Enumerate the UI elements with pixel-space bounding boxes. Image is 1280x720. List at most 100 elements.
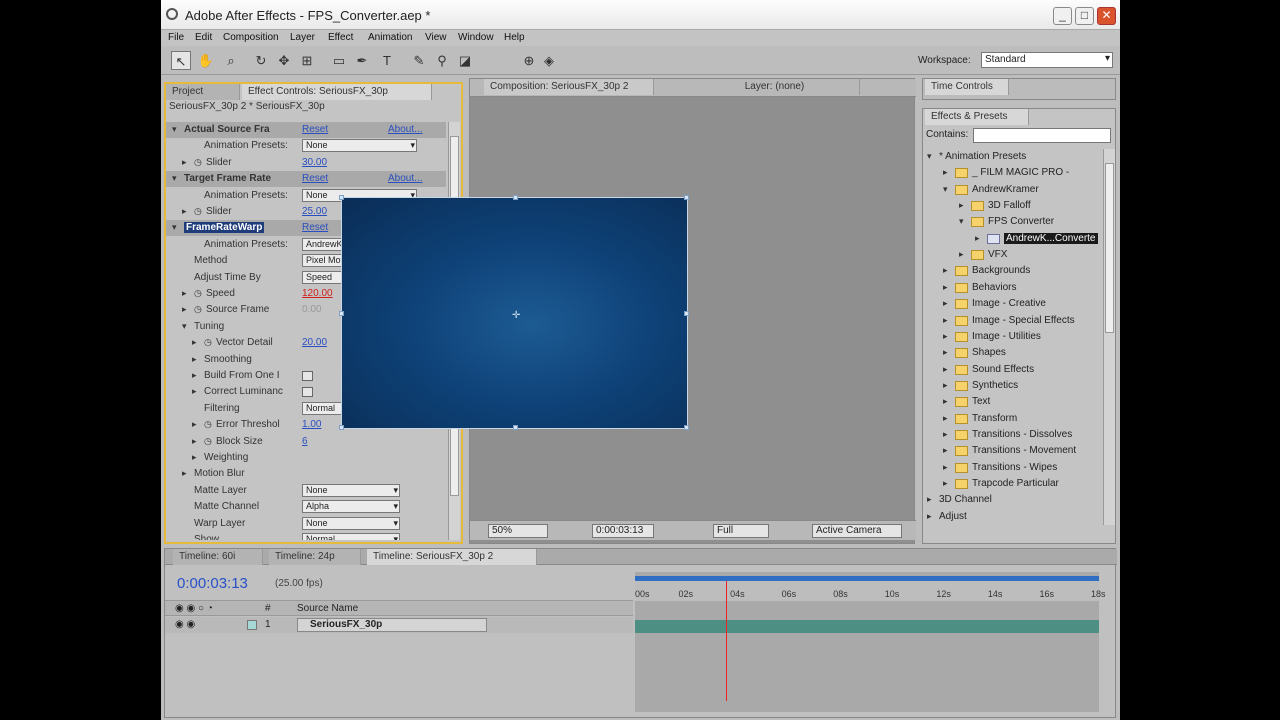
maximize-button[interactable]: □ bbox=[1075, 7, 1094, 25]
effect-property-value[interactable]: 6 bbox=[302, 436, 308, 447]
expand-triangle-icon[interactable]: ▸ bbox=[192, 452, 197, 463]
list-item[interactable]: ▸ Shapes bbox=[923, 345, 1103, 361]
pen-tool-icon[interactable]: ✒ bbox=[352, 51, 372, 70]
list-item[interactable]: ▸ AndrewK...Converte bbox=[923, 231, 1103, 247]
camera-select[interactable]: Active Camera bbox=[812, 524, 902, 538]
layer-duration-bar[interactable] bbox=[635, 620, 1099, 633]
expand-triangle-icon[interactable]: ▾ bbox=[172, 173, 177, 184]
stopwatch-icon[interactable]: ◷ bbox=[204, 419, 212, 430]
effect-row[interactable]: ▸ Weighting bbox=[166, 450, 446, 466]
layer-name[interactable]: SeriousFX_30p bbox=[297, 618, 487, 632]
scroll-thumb[interactable] bbox=[1105, 163, 1114, 333]
expand-triangle-icon[interactable]: ▸ bbox=[943, 167, 948, 178]
anchor-point-icon[interactable]: ✛ bbox=[512, 310, 520, 321]
stopwatch-icon[interactable]: ◷ bbox=[204, 436, 212, 447]
menu-view[interactable]: View bbox=[425, 32, 447, 43]
about-link[interactable]: About... bbox=[388, 124, 422, 135]
list-item[interactable]: ▸ Text bbox=[923, 394, 1103, 410]
list-item[interactable]: ▸ Transform bbox=[923, 411, 1103, 427]
list-item[interactable]: ▾ * Animation Presets bbox=[923, 149, 1103, 165]
effect-property-dropdown[interactable]: None bbox=[302, 483, 400, 497]
list-item[interactable]: ▸ 3D Falloff bbox=[923, 198, 1103, 214]
effect-row[interactable]: ▸ Block Size ◷ 6 bbox=[166, 434, 446, 450]
expand-triangle-icon[interactable]: ▾ bbox=[172, 222, 177, 233]
effect-row[interactable]: Show Normal bbox=[166, 532, 446, 540]
expand-triangle-icon[interactable]: ▸ bbox=[943, 265, 948, 276]
menu-help[interactable]: Help bbox=[504, 32, 525, 43]
text-tool-icon[interactable]: T bbox=[377, 51, 397, 70]
minimize-button[interactable]: _ bbox=[1053, 7, 1072, 25]
stopwatch-icon[interactable]: ◷ bbox=[194, 304, 202, 315]
list-item[interactable]: ▸ Sound Effects bbox=[923, 362, 1103, 378]
reset-link[interactable]: Reset bbox=[302, 124, 328, 135]
expand-triangle-icon[interactable]: ▸ bbox=[927, 494, 932, 505]
stopwatch-icon[interactable]: ◷ bbox=[194, 288, 202, 299]
time-ruler[interactable]: 00s 02s 04s 06s 08s 10s 12s 14s 16s 18s bbox=[635, 581, 1106, 601]
effect-row[interactable]: ▾ Actual Source Fra Reset About... bbox=[166, 122, 446, 138]
world-axis-icon[interactable]: ◈ bbox=[539, 51, 559, 70]
zoom-select[interactable]: 50% bbox=[488, 524, 548, 538]
list-item[interactable]: ▸ Transitions - Wipes bbox=[923, 460, 1103, 476]
expand-triangle-icon[interactable]: ▸ bbox=[192, 386, 197, 397]
list-item[interactable]: ▸ Image - Special Effects bbox=[923, 313, 1103, 329]
effect-row[interactable]: ▸ Motion Blur bbox=[166, 466, 446, 482]
effect-row[interactable]: ▾ Target Frame Rate Reset About... bbox=[166, 171, 446, 188]
expand-triangle-icon[interactable]: ▸ bbox=[943, 331, 948, 342]
table-row[interactable]: ◉ ◉ 1 SeriousFX_30p bbox=[165, 617, 633, 633]
expand-triangle-icon[interactable]: ▸ bbox=[192, 436, 197, 447]
expand-triangle-icon[interactable]: ▾ bbox=[182, 321, 187, 332]
stopwatch-icon[interactable]: ◷ bbox=[194, 206, 202, 217]
tab-time-controls[interactable]: Time Controls bbox=[925, 79, 1009, 95]
expand-triangle-icon[interactable]: ▸ bbox=[959, 200, 964, 211]
menu-file[interactable]: File bbox=[168, 32, 184, 43]
expand-triangle-icon[interactable]: ▸ bbox=[943, 380, 948, 391]
expand-triangle-icon[interactable]: ▸ bbox=[943, 347, 948, 358]
reset-link[interactable]: Reset bbox=[302, 222, 328, 233]
axis-mode-icon[interactable]: ⊕ bbox=[519, 51, 539, 70]
contains-search-input[interactable] bbox=[973, 128, 1111, 143]
stopwatch-icon[interactable]: ◷ bbox=[204, 337, 212, 348]
expand-triangle-icon[interactable]: ▸ bbox=[943, 445, 948, 456]
expand-triangle-icon[interactable]: ▾ bbox=[172, 124, 177, 135]
expand-triangle-icon[interactable]: ▾ bbox=[927, 151, 932, 162]
stopwatch-icon[interactable]: ◷ bbox=[194, 157, 202, 168]
expand-triangle-icon[interactable]: ▸ bbox=[182, 288, 187, 299]
list-item[interactable]: ▸ Image - Creative bbox=[923, 296, 1103, 312]
hand-tool-icon[interactable]: ✋ bbox=[196, 51, 216, 70]
selection-tool-icon[interactable]: ↖ bbox=[171, 51, 191, 70]
about-link[interactable]: About... bbox=[388, 173, 422, 184]
expand-triangle-icon[interactable]: ▸ bbox=[943, 298, 948, 309]
expand-triangle-icon[interactable]: ▸ bbox=[943, 429, 948, 440]
edge-handle[interactable] bbox=[513, 425, 518, 430]
tab-effect-controls[interactable]: Effect Controls: SeriousFX_30p bbox=[242, 84, 432, 100]
edge-handle[interactable] bbox=[684, 311, 689, 316]
effect-property-dropdown[interactable]: None bbox=[302, 139, 417, 153]
workspace-select[interactable]: Standard bbox=[981, 52, 1113, 68]
effect-property-dropdown[interactable]: Alpha bbox=[302, 500, 400, 514]
expand-triangle-icon[interactable]: ▸ bbox=[943, 413, 948, 424]
effect-checkbox[interactable] bbox=[302, 371, 313, 381]
tab-timeline-24p[interactable]: Timeline: 24p bbox=[269, 549, 361, 565]
expand-triangle-icon[interactable]: ▸ bbox=[927, 511, 932, 522]
effect-property-dropdown[interactable]: None bbox=[302, 516, 400, 530]
list-item[interactable]: ▸ Transitions - Dissolves bbox=[923, 427, 1103, 443]
list-item[interactable]: ▸ Image - Utilities bbox=[923, 329, 1103, 345]
list-item[interactable]: ▸ Trapcode Particular bbox=[923, 476, 1103, 492]
zoom-tool-icon[interactable]: ⌕ bbox=[221, 51, 241, 70]
edge-handle[interactable] bbox=[339, 311, 344, 316]
expand-triangle-icon[interactable]: ▸ bbox=[192, 354, 197, 365]
comp-timecode[interactable]: 0:00:03:13 bbox=[592, 524, 654, 538]
list-item[interactable]: ▸ 3D Channel bbox=[923, 492, 1103, 508]
composition-canvas[interactable]: ✛ bbox=[339, 195, 689, 430]
clone-stamp-tool-icon[interactable]: ⚲ bbox=[432, 51, 452, 70]
expand-triangle-icon[interactable]: ▸ bbox=[192, 370, 197, 381]
expand-triangle-icon[interactable]: ▸ bbox=[975, 233, 980, 244]
visibility-icon[interactable]: ◉ ◉ bbox=[175, 619, 195, 630]
effect-row[interactable]: Matte Layer None bbox=[166, 483, 446, 499]
tab-timeline-seriousfx[interactable]: Timeline: SeriousFX_30p 2 bbox=[367, 549, 537, 565]
tab-timeline-60i[interactable]: Timeline: 60i bbox=[173, 549, 263, 565]
list-item[interactable]: ▸ Adjust bbox=[923, 509, 1103, 525]
list-item[interactable]: ▸ Behaviors bbox=[923, 280, 1103, 296]
list-item[interactable]: ▾ FPS Converter bbox=[923, 214, 1103, 230]
expand-triangle-icon[interactable]: ▸ bbox=[192, 337, 197, 348]
